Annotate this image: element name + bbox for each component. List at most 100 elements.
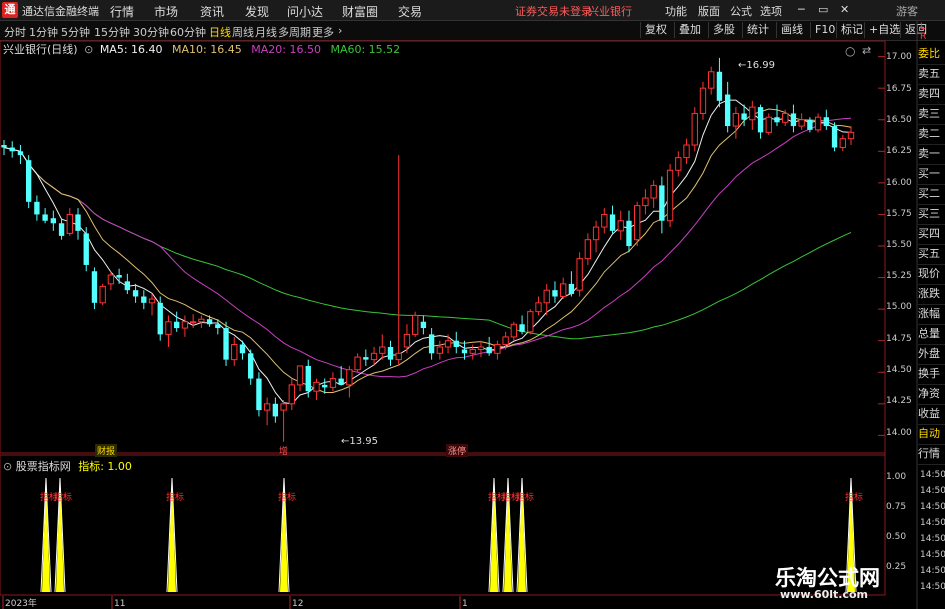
settings-icon[interactable]: ⊙ xyxy=(3,460,12,473)
candle xyxy=(683,138,690,164)
side-sell1[interactable]: 卖一 xyxy=(918,144,945,165)
side-sell2[interactable]: 卖二 xyxy=(918,124,945,145)
candle-body xyxy=(831,126,838,148)
candle-body xyxy=(305,365,311,392)
candle-body xyxy=(502,336,509,345)
candle-body xyxy=(99,285,106,304)
signal-label: 指标 xyxy=(516,491,534,503)
side-volume[interactable]: 总量 xyxy=(918,324,945,345)
side-buy3[interactable]: 买三 xyxy=(918,204,945,225)
candle xyxy=(486,336,492,356)
side-sell3[interactable]: 卖三 xyxy=(918,104,945,125)
side-turnover[interactable]: 换手 xyxy=(918,364,945,385)
side-pct[interactable]: 涨幅 xyxy=(918,304,945,325)
side-weibi[interactable]: 委比 xyxy=(918,44,945,65)
candle xyxy=(157,296,163,341)
circle-icon[interactable]: ○ xyxy=(845,44,855,58)
y-tick: 15.00 xyxy=(886,302,912,312)
candle xyxy=(1,139,7,156)
arrows-icon[interactable]: ⇄ xyxy=(862,44,871,57)
candle-body xyxy=(239,344,246,354)
candle xyxy=(708,66,715,95)
signal-spike: 指标 xyxy=(166,477,184,593)
candle-body xyxy=(699,87,707,114)
candle-body xyxy=(708,71,715,89)
y-tick: 16.25 xyxy=(886,146,912,156)
indicator-header: ⊙ 股票指标网 指标: 1.00 xyxy=(3,458,132,474)
candle-body xyxy=(272,403,279,417)
side-price[interactable]: 现价 xyxy=(918,264,945,285)
candle-body xyxy=(313,381,320,392)
candle xyxy=(363,349,369,366)
time-tick: 14:50 xyxy=(920,470,945,480)
candle-body xyxy=(189,321,197,324)
candle-body xyxy=(659,185,665,221)
candle xyxy=(535,296,542,316)
ind-tick: 1.00 xyxy=(886,472,907,482)
side-buy1[interactable]: 买一 xyxy=(918,164,945,185)
event-tag-increase[interactable]: 增 xyxy=(277,444,290,457)
candle xyxy=(132,283,139,303)
candle-body xyxy=(66,213,73,234)
side-netasset[interactable]: 净资 xyxy=(918,384,945,405)
event-tag-report[interactable]: 财报 xyxy=(95,444,118,457)
candles xyxy=(1,57,855,442)
signal-label: 指标 xyxy=(845,491,863,503)
candle-body xyxy=(91,271,98,303)
candle xyxy=(148,293,156,316)
high-price-label: ←16.99 xyxy=(738,60,776,71)
side-buy5[interactable]: 买五 xyxy=(918,244,945,265)
indicator-value: 指标: 1.00 xyxy=(78,460,132,473)
candle xyxy=(626,210,632,253)
candle xyxy=(617,210,624,240)
candle xyxy=(592,220,600,253)
candle-body xyxy=(206,319,213,325)
candle xyxy=(560,277,567,300)
side-earnings[interactable]: 收益 xyxy=(918,404,945,425)
candle-body xyxy=(847,131,855,140)
candle xyxy=(354,353,361,373)
side-outer[interactable]: 外盘 xyxy=(918,344,945,365)
candle-body xyxy=(379,346,386,354)
candle-body xyxy=(296,365,304,386)
side-buy4[interactable]: 买四 xyxy=(918,224,945,245)
candle xyxy=(839,134,846,152)
candle-body xyxy=(560,283,567,297)
side-auto[interactable]: 自动 xyxy=(918,424,945,445)
kline-chart[interactable]: 指标指标 指标 指标 指标指标指标 指标 2023年 11 12 1 xyxy=(0,0,945,609)
side-sell5[interactable]: 卖五 xyxy=(918,64,945,85)
side-quotes[interactable]: 行情 xyxy=(918,444,945,465)
candle xyxy=(9,141,15,158)
candle xyxy=(453,331,459,354)
candle xyxy=(790,104,797,133)
indicator-name[interactable]: 股票指标网 xyxy=(16,460,71,473)
candle-body xyxy=(263,403,271,411)
candle xyxy=(387,340,394,366)
ma60-path xyxy=(3,147,852,340)
signal-spike: 指标 xyxy=(278,477,296,593)
side-sell4[interactable]: 卖四 xyxy=(918,84,945,105)
candle xyxy=(248,349,254,385)
candle xyxy=(75,208,81,240)
y-tick: 14.25 xyxy=(886,396,912,406)
candle xyxy=(609,205,616,234)
candle-body xyxy=(50,218,57,224)
candle-body xyxy=(757,107,764,133)
candle xyxy=(99,283,106,306)
event-tag-limit-up[interactable]: 涨停 xyxy=(446,444,469,457)
candle-body xyxy=(519,324,525,332)
ma5-line xyxy=(3,99,852,405)
candle-body xyxy=(231,343,238,361)
ma10-line xyxy=(3,108,852,393)
y-tick: 16.50 xyxy=(886,115,912,125)
side-buy2[interactable]: 买二 xyxy=(918,184,945,205)
candle xyxy=(206,315,213,327)
y-tick: 14.00 xyxy=(886,428,912,438)
candle-body xyxy=(814,116,822,131)
candle-body xyxy=(256,378,262,411)
candle xyxy=(141,290,147,310)
side-change[interactable]: 涨跌 xyxy=(918,284,945,305)
candle-body xyxy=(420,321,427,329)
candle-body xyxy=(141,296,147,303)
candle-body xyxy=(181,321,189,329)
